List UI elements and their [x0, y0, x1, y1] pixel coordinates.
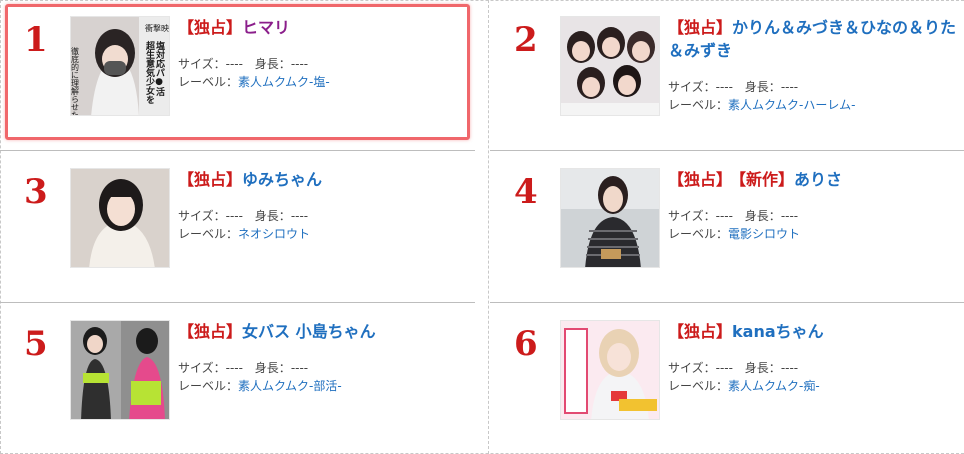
exclusive-tag: 【独占】 [668, 170, 733, 189]
label-line: レーベル：素人ムクムク-痴- [668, 379, 820, 393]
item-name[interactable]: ヒマリ [242, 18, 290, 37]
ranking-item[interactable]: 6 【独占】kanaちゃん サイズ：---- 身長：---- レーベル：素人ムク… [490, 304, 964, 449]
exclusive-tag: 【独占】 [178, 18, 243, 37]
row-divider [490, 150, 964, 151]
row-divider [0, 150, 475, 151]
item-name[interactable]: ありさ [794, 170, 842, 189]
item-name[interactable]: ゆみちゃん [242, 170, 322, 189]
thumb-caption: 塩対応パ●活 [154, 40, 166, 97]
item-title[interactable]: 【独占】 【新作】ありさ [668, 168, 960, 191]
item-title[interactable]: 【独占】kanaちゃん [668, 320, 960, 343]
label-line: レーベル：素人ムクムク-部活- [178, 379, 342, 393]
label-line: レーベル：電影シロウト [668, 227, 801, 241]
size-line: サイズ：---- 身長：---- [668, 209, 799, 223]
thumb-caption: 衝撃映像 [145, 23, 170, 33]
label-link[interactable]: 素人ムクムク-塩- [238, 75, 330, 89]
item-title[interactable]: 【独占】かりん＆みづき＆ひなの＆りた＆みずき [668, 16, 960, 62]
thumbnail-image[interactable] [560, 16, 660, 116]
exclusive-tag: 【独占】 [178, 322, 243, 341]
size-line: サイズ：---- 身長：---- [178, 209, 309, 223]
thumbnail-image[interactable] [70, 168, 170, 268]
exclusive-tag: 【独占】 [668, 322, 733, 341]
item-name[interactable]: 女バス 小島ちゃん [242, 322, 376, 341]
rank-number: 1 [24, 20, 48, 60]
size-line: サイズ：---- 身長：---- [178, 57, 309, 71]
label-line: レーベル：素人ムクムク-ハーレム- [668, 98, 856, 112]
ranking-item[interactable]: 1 衝撃映像 塩対応パ●活 超生意気少女を 徹底的に理解らせた! 【独占】ヒマリ… [0, 0, 480, 145]
rank-number: 5 [24, 324, 48, 364]
new-tag: 【新作】 [738, 170, 795, 189]
ranking-item[interactable]: 4 【独占】 【新作】ありさ サイズ：---- 身長：---- レーベル：電影シロ… [490, 152, 964, 297]
row-divider [490, 302, 964, 303]
exclusive-tag: 【独占】 [668, 18, 733, 37]
label-link[interactable]: 素人ムクムク-ハーレム- [728, 98, 855, 112]
item-name[interactable]: kanaちゃん [732, 322, 824, 341]
rank-number: 4 [514, 172, 538, 212]
thumbnail-image[interactable] [560, 320, 660, 420]
size-line: サイズ：---- 身長：---- [668, 361, 799, 375]
label-line: レーベル：ネオシロウト [178, 227, 311, 241]
label-link[interactable]: 素人ムクムク-痴- [728, 379, 820, 393]
rank-number: 3 [24, 172, 48, 212]
rank-number: 6 [514, 324, 538, 364]
exclusive-tag: 【独占】 [178, 170, 243, 189]
thumbnail-image[interactable] [70, 320, 170, 420]
ranking-item[interactable]: 2 【独占】かりん＆みづき＆ひなの＆りた＆みずき サイズ：---- 身長：---… [490, 0, 964, 145]
item-title[interactable]: 【独占】ヒマリ [178, 16, 470, 39]
label-link[interactable]: 電影シロウト [728, 227, 800, 241]
column-divider [488, 0, 489, 454]
thumbnail-image[interactable] [560, 168, 660, 268]
thumb-caption: 超生意気少女を [144, 40, 156, 104]
rank-number: 2 [514, 20, 538, 60]
label-link[interactable]: 素人ムクムク-部活- [238, 379, 342, 393]
ranking-item[interactable]: 3 【独占】ゆみちゃん サイズ：---- 身長：---- レーベル：ネオシロウト [0, 152, 480, 297]
ranking-item[interactable]: 5 【独占】女バス 小島ちゃん サイズ：---- 身長：---- レーベル：素人… [0, 304, 480, 449]
thumb-caption: 徹底的に理解らせた! [71, 46, 80, 116]
row-divider [0, 302, 475, 303]
size-line: サイズ：---- 身長：---- [178, 361, 309, 375]
item-title[interactable]: 【独占】ゆみちゃん [178, 168, 470, 191]
size-line: サイズ：---- 身長：---- [668, 80, 799, 94]
item-title[interactable]: 【独占】女バス 小島ちゃん [178, 320, 470, 343]
label-line: レーベル：素人ムクムク-塩- [178, 75, 330, 89]
thumbnail-image[interactable]: 衝撃映像 塩対応パ●活 超生意気少女を 徹底的に理解らせた! [70, 16, 170, 116]
label-link[interactable]: ネオシロウト [238, 227, 310, 241]
